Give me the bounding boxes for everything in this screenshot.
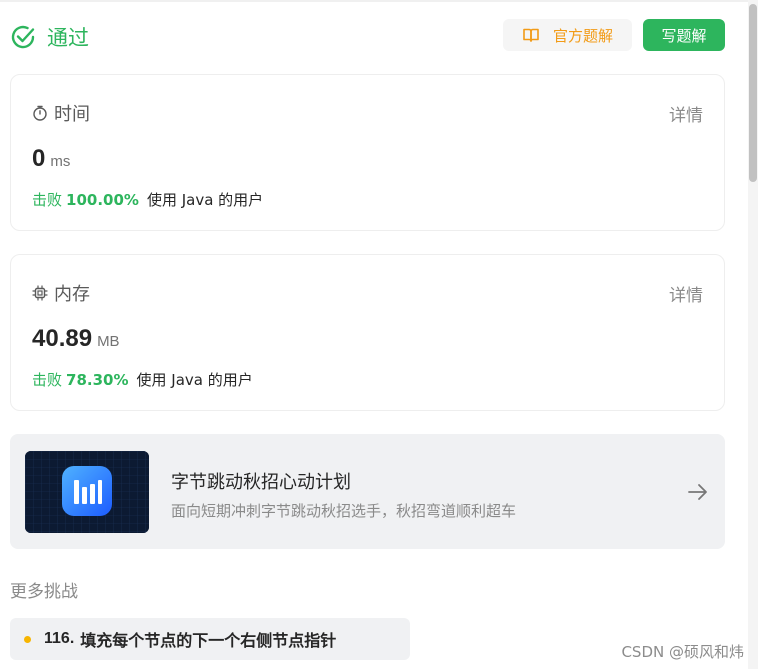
- runtime-title: 时间: [54, 104, 90, 125]
- memory-value: 40.89: [32, 325, 93, 352]
- challenge-item[interactable]: 116. 填充每个节点的下一个右侧节点指针: [10, 618, 410, 660]
- status-text: 通过: [47, 26, 89, 50]
- watermark: CSDN @硕风和炜: [621, 643, 744, 661]
- runtime-beat-prefix: 击败: [32, 191, 63, 209]
- memory-details-link[interactable]: 详情: [669, 281, 703, 306]
- check-circle-icon: [11, 25, 35, 49]
- scrollbar-track[interactable]: [748, 0, 758, 669]
- memory-beat-suffix: 使用 Java 的用户: [136, 371, 253, 389]
- banner-image: [25, 451, 149, 533]
- more-challenges-heading: 更多挑战: [10, 582, 78, 602]
- accepted-status: 通过: [10, 22, 89, 52]
- official-solution-label: 官方题解: [552, 26, 613, 45]
- challenge-title: 填充每个节点的下一个右侧节点指针: [80, 631, 337, 650]
- chip-icon: [32, 285, 48, 301]
- runtime-unit: ms: [50, 153, 71, 170]
- book-icon: [523, 28, 539, 42]
- runtime-beats: 击败 100.00% 使用 Java 的用户: [32, 189, 263, 210]
- challenge-number: 116.: [44, 630, 75, 647]
- top-divider: [0, 0, 748, 2]
- runtime-beat-percent: 100.00%: [66, 191, 139, 209]
- runtime-value-row: 0 ms: [32, 145, 70, 173]
- memory-title: 内存: [54, 284, 90, 305]
- memory-card: 内存 详情 40.89 MB 击败 78.30% 使用 Java 的用户: [10, 254, 725, 411]
- memory-unit: MB: [97, 333, 120, 350]
- memory-heading: 内存: [32, 280, 90, 306]
- promo-banner[interactable]: 字节跳动秋招心动计划 面向短期冲刺字节跳动秋招选手，秋招弯道顺利超车: [10, 434, 725, 549]
- result-header: 通过 官方题解 写题解: [10, 18, 725, 54]
- runtime-details-link[interactable]: 详情: [669, 101, 703, 126]
- banner-subtitle: 面向短期冲刺字节跳动秋招选手，秋招弯道顺利超车: [171, 502, 517, 520]
- app-logo-icon: [25, 451, 149, 533]
- write-solution-button[interactable]: 写题解: [643, 19, 725, 51]
- runtime-heading: 时间: [32, 100, 90, 126]
- difficulty-dot: [24, 635, 31, 643]
- memory-beats: 击败 78.30% 使用 Java 的用户: [32, 369, 253, 390]
- stopwatch-icon: [33, 105, 47, 121]
- runtime-beat-suffix: 使用 Java 的用户: [146, 191, 264, 209]
- runtime-card: 时间 详情 0 ms 击败 100.00% 使用 Java 的用户: [10, 74, 725, 231]
- memory-beat-percent: 78.30%: [66, 371, 129, 389]
- runtime-value: 0: [32, 145, 46, 172]
- scrollbar-thumb[interactable]: [749, 4, 757, 182]
- official-solution-button[interactable]: 官方题解: [503, 19, 632, 51]
- arrow-right-icon[interactable]: [687, 481, 709, 503]
- banner-title: 字节跳动秋招心动计划: [171, 472, 351, 493]
- memory-beat-prefix: 击败: [32, 371, 63, 389]
- memory-value-row: 40.89 MB: [32, 325, 120, 353]
